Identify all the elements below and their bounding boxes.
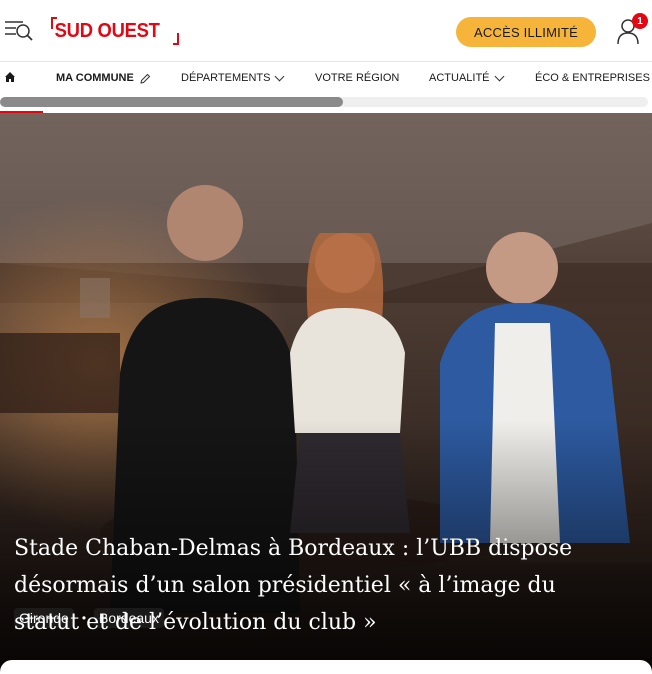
hero-article[interactable]: Gironde • Bordeaux Stade Chaban-Delmas à…: [0, 113, 652, 672]
nav-item-label: VOTRE RÉGION: [315, 72, 400, 84]
nav-item-actualite[interactable]: ACTUALITÉ: [429, 62, 504, 94]
nav-scrollbar-thumb[interactable]: [0, 97, 343, 107]
pencil-icon: [140, 73, 151, 84]
chevron-down-icon: [275, 71, 285, 81]
home-icon: [4, 71, 16, 86]
main-nav: MA COMMUNE DÉPARTEMENTS VOTRE RÉGION ACT…: [0, 62, 652, 94]
nav-item-votre-region[interactable]: VOTRE RÉGION: [315, 62, 399, 94]
logo-text: SUD OUEST: [54, 19, 160, 42]
nav-item-label: DÉPARTEMENTS: [181, 72, 271, 84]
nav-item-home[interactable]: [4, 62, 16, 94]
nav-item-departements[interactable]: DÉPARTEMENTS: [181, 62, 285, 94]
nav-item-label: ÉCO & ENTREPRISES: [535, 72, 650, 84]
article-headline[interactable]: Stade Chaban-Delmas à Bordeaux : l’UBB d…: [14, 530, 614, 641]
subscribe-button[interactable]: ACCÈS ILLIMITÉ: [456, 17, 596, 47]
chevron-down-icon: [494, 71, 504, 81]
site-header: SUD OUEST ACCÈS ILLIMITÉ 1: [0, 0, 652, 62]
search-menu-icon[interactable]: [4, 16, 34, 44]
nav-item-eco-entreprises[interactable]: ÉCO & ENTREPRISES: [535, 62, 650, 94]
nav-item-label: MA COMMUNE: [56, 72, 134, 84]
nav-item-ma-commune[interactable]: MA COMMUNE: [56, 62, 151, 94]
site-logo[interactable]: SUD OUEST: [51, 17, 179, 45]
nav-item-label: ACTUALITÉ: [429, 72, 490, 84]
notification-badge[interactable]: 1: [632, 13, 648, 29]
logo-bracket-right: [172, 33, 179, 45]
